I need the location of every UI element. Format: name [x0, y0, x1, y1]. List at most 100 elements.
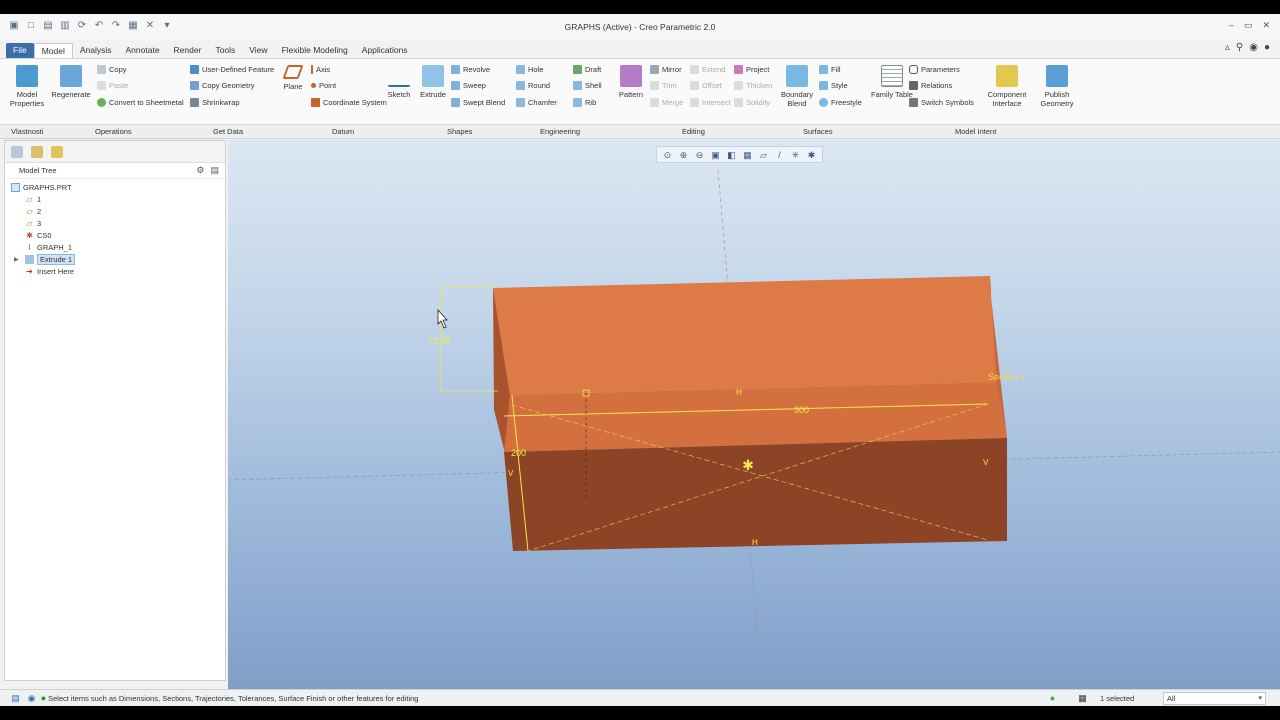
tab-annotate[interactable]: Annotate	[119, 43, 167, 58]
point-button[interactable]: Point	[311, 81, 336, 90]
tab-render[interactable]: Render	[167, 43, 209, 58]
paste-button[interactable]: Paste	[97, 81, 128, 90]
switch-symbols-icon	[909, 98, 918, 107]
close-icon[interactable]: ✕	[1262, 20, 1270, 31]
switch-symbols-button[interactable]: Switch Symbols	[909, 98, 974, 107]
tree-show-icon[interactable]: ▤	[210, 165, 219, 176]
model-tree-tab-icon[interactable]	[11, 145, 23, 158]
dimension-depth[interactable]: 200	[511, 448, 526, 458]
tree-item-graph[interactable]: ⌇ GRAPH_1	[25, 241, 225, 253]
graphics-viewport[interactable]: ⊙ ⊕ ⊖ ▣ ◧ ▦ ▱ / ✳ ✱ ✱ 72.28 300 200 Sect…	[228, 140, 1280, 689]
group-surfaces[interactable]: Surfaces	[803, 127, 833, 136]
regenerate-button[interactable]: Regenerate	[50, 65, 92, 99]
favorites-icon[interactable]	[51, 145, 63, 158]
component-interface-button[interactable]: Component Interface	[986, 65, 1028, 108]
tree-item-insert-here[interactable]: ➔ Insert Here	[25, 265, 225, 277]
project-icon	[734, 65, 743, 74]
user-defined-feature-button[interactable]: User-Defined Feature	[190, 65, 274, 74]
extend-button[interactable]: Extend	[690, 65, 725, 74]
project-button[interactable]: Project	[734, 65, 769, 74]
family-table-button[interactable]: Family Table	[871, 65, 913, 99]
tree-settings-icon[interactable]: ⚙	[196, 165, 204, 176]
group-engineering[interactable]: Engineering	[540, 127, 580, 136]
help-icon[interactable]: ◉	[1249, 42, 1258, 53]
swept-blend-button[interactable]: Swept Blend	[451, 98, 505, 107]
shell-button[interactable]: Shell	[573, 81, 602, 90]
tab-analysis[interactable]: Analysis	[73, 43, 119, 58]
tab-file[interactable]: File	[6, 43, 34, 58]
tab-applications[interactable]: Applications	[355, 43, 415, 58]
folder-browser-icon[interactable]	[31, 145, 43, 158]
relations-button[interactable]: Relations	[909, 81, 952, 90]
tab-model[interactable]: Model	[33, 43, 73, 58]
group-vlastnosti[interactable]: Vlastnosti	[11, 127, 44, 136]
trim-button[interactable]: Trim	[650, 81, 677, 90]
copy-button[interactable]: Copy	[97, 65, 127, 74]
coordinate-system-icon: ✱	[26, 230, 33, 240]
rib-button[interactable]: Rib	[573, 98, 596, 107]
model-properties-button[interactable]: Model Properties	[6, 65, 48, 108]
group-datum[interactable]: Datum	[332, 127, 354, 136]
freestyle-button[interactable]: Freestyle	[819, 98, 862, 107]
plane-button[interactable]: Plane	[272, 65, 314, 91]
search-icon[interactable]: ⚲	[1236, 42, 1243, 53]
style-button[interactable]: Style	[819, 81, 848, 90]
dimension-height[interactable]: 72.28	[428, 336, 451, 346]
parameters-button[interactable]: Parameters	[909, 65, 960, 74]
part-top-face[interactable]	[493, 276, 996, 395]
tab-flexible-modeling[interactable]: Flexible Modeling	[275, 43, 355, 58]
tab-view[interactable]: View	[242, 43, 274, 58]
hole-button[interactable]: Hole	[516, 65, 543, 74]
coordinate-system-button[interactable]: Coordinate System	[311, 98, 387, 107]
group-model-intent[interactable]: Model Intent	[955, 127, 996, 136]
maximize-icon[interactable]: ▭	[1244, 20, 1253, 31]
group-editing[interactable]: Editing	[682, 127, 705, 136]
tree-item-csys[interactable]: ✱ CS0	[25, 229, 225, 241]
copy-geometry-button[interactable]: Copy Geometry	[190, 81, 255, 90]
tree-item-datum-2[interactable]: ▱ 2	[25, 205, 225, 217]
extrude-button[interactable]: Extrude	[412, 65, 454, 99]
extrude-feature-icon	[25, 254, 34, 264]
tab-tools[interactable]: Tools	[208, 43, 242, 58]
mouse-cursor-icon	[437, 308, 448, 329]
info-icon[interactable]: ●	[1264, 42, 1270, 53]
chamfer-button[interactable]: Chamfer	[516, 98, 557, 107]
mirror-button[interactable]: Mirror	[650, 65, 682, 74]
selection-filter[interactable]: All ▾	[1163, 692, 1266, 705]
draft-button[interactable]: Draft	[573, 65, 601, 74]
smart-select-icon[interactable]: ▦	[1077, 693, 1088, 704]
tree-item-root[interactable]: GRAPHS.PRT	[11, 181, 225, 193]
tree-item-datum-1[interactable]: ▱ 1	[25, 193, 225, 205]
extend-icon	[690, 65, 699, 74]
boundary-blend-button[interactable]: Boundary Blend	[776, 65, 818, 108]
fill-button[interactable]: Fill	[819, 65, 841, 74]
convert-to-sheetmetal-button[interactable]: Convert to Sheetmetal	[97, 98, 184, 107]
toggle-browser-icon[interactable]: ◉	[26, 693, 37, 704]
pattern-button[interactable]: Pattern	[610, 65, 652, 99]
expand-arrow-icon[interactable]: ▶	[14, 256, 19, 263]
minimize-icon[interactable]: –	[1229, 20, 1234, 31]
copy-icon	[97, 65, 106, 74]
group-shapes[interactable]: Shapes	[447, 127, 472, 136]
solidify-button[interactable]: Solidify	[734, 98, 770, 107]
tree-item-datum-3[interactable]: ▱ 3	[25, 217, 225, 229]
publish-geometry-button[interactable]: Publish Geometry	[1036, 65, 1078, 108]
round-button[interactable]: Round	[516, 81, 550, 90]
thicken-button[interactable]: Thicken	[734, 81, 772, 90]
selection-count[interactable]: 1 selected	[1100, 694, 1134, 703]
part-front-face[interactable]	[504, 438, 1007, 551]
shrinkwrap-button[interactable]: Shrinkwrap	[190, 98, 240, 107]
intersect-button[interactable]: Intersect	[690, 98, 731, 107]
axis-button[interactable]: Axis	[311, 65, 330, 74]
offset-button[interactable]: Offset	[690, 81, 722, 90]
model-tree-title: Model Tree	[19, 166, 57, 175]
group-operations[interactable]: Operations	[95, 127, 132, 136]
revolve-button[interactable]: Revolve	[451, 65, 490, 74]
toggle-navigator-icon[interactable]: ▤	[10, 693, 21, 704]
tree-item-extrude[interactable]: ▶ Extrude 1	[14, 253, 225, 265]
group-get-data[interactable]: Get Data	[213, 127, 243, 136]
merge-button[interactable]: Merge	[650, 98, 683, 107]
sweep-button[interactable]: Sweep	[451, 81, 486, 90]
collapse-ribbon-icon[interactable]: ▵	[1225, 42, 1230, 53]
dimension-width[interactable]: 300	[794, 405, 809, 415]
